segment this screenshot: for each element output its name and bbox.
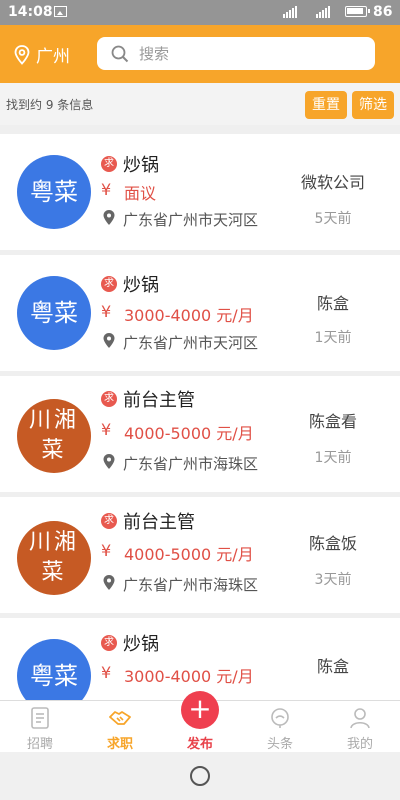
- job-card[interactable]: 粤菜 求 炒锅 ¥ 3000-4000 元/月 广东省广州市天河区 陈盒 1天前: [0, 255, 400, 371]
- seeking-badge: 求: [101, 513, 117, 529]
- news-icon: [271, 708, 289, 728]
- location-selector[interactable]: 广州: [14, 42, 70, 67]
- tab-publish[interactable]: + 发布: [160, 691, 240, 753]
- currency-icon: ¥: [101, 541, 112, 560]
- tab-headlines[interactable]: 头条: [240, 701, 320, 753]
- result-count: 找到约 9 条信息: [6, 98, 94, 112]
- job-location: 广东省广州市天河区: [123, 211, 259, 229]
- tab-recruit[interactable]: 招聘: [0, 701, 80, 753]
- post-time: 5天前: [314, 211, 352, 227]
- post-time: 1天前: [314, 450, 352, 466]
- plus-icon: +: [181, 691, 219, 729]
- tab-label: 头条: [266, 737, 293, 752]
- category-avatar: 粤菜: [17, 639, 91, 700]
- home-button-icon[interactable]: [190, 766, 210, 786]
- city-label: 广州: [36, 47, 70, 67]
- search-input[interactable]: [137, 43, 341, 64]
- job-card[interactable]: 川湘菜 求 前台主管 ¥ 4000-5000 元/月 广东省广州市海珠区 陈盒饭…: [0, 497, 400, 613]
- bottom-tab-bar: 招聘 求职 + 发布 头条 我的: [0, 691, 400, 753]
- job-card[interactable]: 粤菜 求 炒锅 ¥ 3000-4000 元/月 陈盒: [0, 618, 400, 700]
- job-salary: 4000-5000 元/月: [124, 545, 254, 564]
- seeking-badge: 求: [101, 635, 117, 651]
- signal-icon: [316, 6, 330, 18]
- job-location: 广东省广州市海珠区: [123, 455, 259, 473]
- category-avatar: 粤菜: [17, 155, 91, 229]
- company-name: 陈盒: [316, 294, 349, 313]
- company-name: 陈盒看: [308, 412, 357, 431]
- tab-label: 求职: [106, 737, 133, 752]
- tab-profile[interactable]: 我的: [320, 701, 400, 753]
- location-pin-icon: [103, 210, 115, 225]
- filter-bar: 找到约 9 条信息 重置 筛选: [0, 83, 400, 125]
- job-list: 粤菜 求 炒锅 ¥ 面议 广东省广州市天河区 微软公司 5天前 粤菜 求 炒锅 …: [0, 128, 400, 700]
- company-name: 陈盒: [316, 657, 349, 676]
- currency-icon: ¥: [101, 180, 112, 199]
- post-time: 3天前: [314, 572, 352, 588]
- job-title: 前台主管: [123, 512, 195, 533]
- job-title: 前台主管: [123, 390, 195, 411]
- reset-button[interactable]: 重置: [305, 91, 347, 119]
- system-nav-bar: [0, 752, 400, 800]
- search-box[interactable]: [97, 37, 375, 70]
- job-card[interactable]: 川湘菜 求 前台主管 ¥ 4000-5000 元/月 广东省广州市海珠区 陈盒看…: [0, 376, 400, 492]
- job-title: 炒锅: [123, 275, 159, 296]
- status-bar: 14:08 86: [0, 0, 400, 25]
- tab-label: 发布: [186, 737, 213, 752]
- handshake-icon: [109, 711, 131, 725]
- header: 广州: [0, 25, 400, 83]
- currency-icon: ¥: [101, 420, 112, 439]
- signal-4g-icon: [283, 6, 297, 18]
- category-avatar: 川湘菜: [17, 399, 91, 473]
- job-salary: 面议: [124, 184, 157, 203]
- category-avatar: 川湘菜: [17, 521, 91, 595]
- currency-icon: ¥: [101, 302, 112, 321]
- job-salary: 3000-4000 元/月: [124, 667, 254, 686]
- image-notification-icon: [54, 6, 67, 17]
- job-title: 炒锅: [123, 634, 159, 655]
- location-pin-icon: [103, 333, 115, 348]
- user-icon: [350, 708, 370, 729]
- company-name: 微软公司: [300, 173, 365, 192]
- location-pin-icon: [103, 454, 115, 469]
- location-pin-icon: [14, 44, 30, 65]
- job-location: 广东省广州市天河区: [123, 334, 259, 352]
- battery-icon: [345, 6, 370, 17]
- job-location: 广东省广州市海珠区: [123, 576, 259, 594]
- job-salary: 4000-5000 元/月: [124, 424, 254, 443]
- resume-icon: [31, 707, 49, 729]
- category-avatar: 粤菜: [17, 276, 91, 350]
- search-icon: [111, 45, 129, 62]
- job-salary: 3000-4000 元/月: [124, 306, 254, 325]
- post-time: 1天前: [314, 330, 352, 346]
- status-time: 14:08: [8, 4, 53, 20]
- tab-label: 招聘: [26, 737, 53, 752]
- location-pin-icon: [103, 575, 115, 590]
- seeking-badge: 求: [101, 391, 117, 407]
- tab-job-seeking[interactable]: 求职: [80, 701, 160, 753]
- tab-label: 我的: [346, 737, 373, 752]
- filter-button[interactable]: 筛选: [352, 91, 394, 119]
- job-title: 炒锅: [123, 155, 159, 176]
- job-card[interactable]: 粤菜 求 炒锅 ¥ 面议 广东省广州市天河区 微软公司 5天前: [0, 134, 400, 250]
- seeking-badge: 求: [101, 156, 117, 172]
- company-name: 陈盒饭: [308, 534, 357, 553]
- currency-icon: ¥: [101, 663, 112, 682]
- battery-level: 86: [373, 4, 393, 20]
- seeking-badge: 求: [101, 276, 117, 292]
